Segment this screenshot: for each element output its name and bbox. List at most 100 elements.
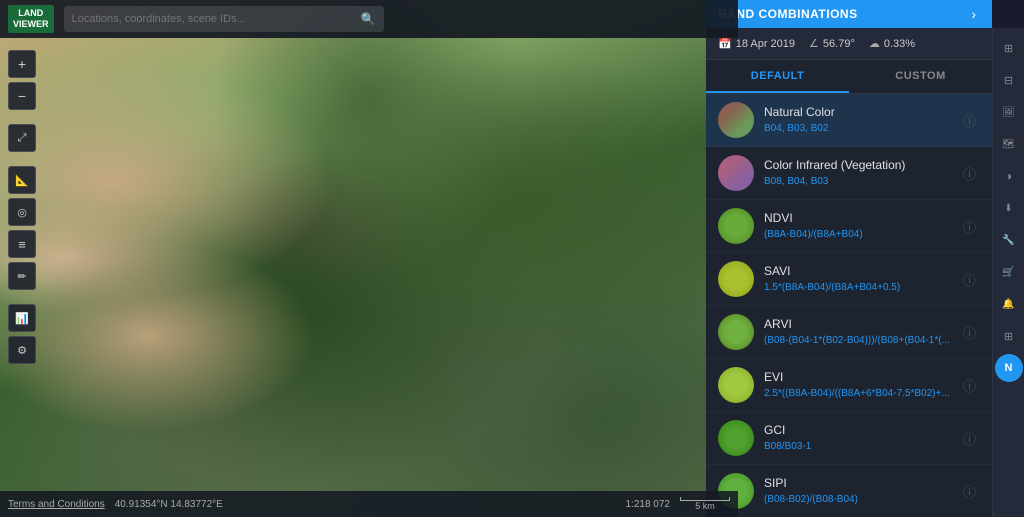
map-area[interactable]: LAND VIEWER 🔍 + − ⤢ 📐 ◎ ≡ ✏ 📊 ⚙ Terms an…: [0, 0, 738, 517]
band-formula: (B08-(B04-1*(B02-B04)))/(B08+(B04-1*(...: [764, 334, 959, 347]
map-background: [0, 0, 738, 517]
logo-text: LAND VIEWER: [8, 5, 54, 33]
terms-link[interactable]: Terms and Conditions: [8, 499, 105, 510]
band-item[interactable]: Natural Color B04, B03, B02 ⓘ: [706, 94, 992, 147]
panel-tabs: DEFAULT CUSTOM: [706, 60, 992, 94]
search-bar[interactable]: 🔍: [64, 6, 384, 32]
sidebar-btn-4[interactable]: ◑: [995, 162, 1023, 190]
band-item[interactable]: SAVI 1.5*(B8A-B04)/(B8A+B04+0.5) ⓘ: [706, 253, 992, 306]
band-info: SAVI 1.5*(B8A-B04)/(B8A+B04+0.5): [764, 264, 959, 295]
band-formula: (B08-B02)/(B08-B04): [764, 493, 959, 506]
sidebar-btn-6[interactable]: 🔧: [995, 226, 1023, 254]
cloud-icon: ☁: [869, 37, 880, 50]
settings-button[interactable]: ⚙: [8, 336, 36, 364]
tab-default[interactable]: DEFAULT: [706, 60, 849, 93]
sidebar-btn-7[interactable]: 🛒: [995, 258, 1023, 286]
band-name: Natural Color: [764, 105, 959, 121]
band-formula: B08, B04, B03: [764, 175, 959, 188]
sidebar-btn-2[interactable]: 🖼: [995, 98, 1023, 126]
panel-close-button[interactable]: ›: [967, 4, 980, 24]
band-name: Color Infrared (Vegetation): [764, 158, 959, 174]
panel-header: BAND COMBINATIONS ›: [706, 0, 992, 28]
info-icon[interactable]: ⓘ: [959, 160, 980, 187]
sidebar-btn-3[interactable]: 🗺: [995, 130, 1023, 158]
band-name: EVI: [764, 370, 959, 386]
band-item[interactable]: GCI B08/B03-1 ⓘ: [706, 412, 992, 465]
band-info: ARVI (B08-(B04-1*(B02-B04)))/(B08+(B04-1…: [764, 317, 959, 348]
map-bottom-bar: Terms and Conditions 40.91354°N 14.83772…: [0, 491, 738, 517]
info-icon[interactable]: ⓘ: [959, 266, 980, 293]
band-name: ARVI: [764, 317, 959, 333]
scale-bar: 5 km: [680, 497, 730, 511]
search-input[interactable]: [72, 13, 361, 25]
band-item[interactable]: ARVI (B08-(B04-1*(B02-B04)))/(B08+(B04-1…: [706, 306, 992, 359]
band-info: GCI B08/B03-1: [764, 423, 959, 454]
angle-icon: ∠: [809, 37, 819, 50]
chart-button[interactable]: 📊: [8, 304, 36, 332]
sidebar-btn-1[interactable]: ⊟: [995, 66, 1023, 94]
band-name: NDVI: [764, 211, 959, 227]
angle-info: ∠ 56.79°: [809, 37, 855, 50]
angle-value: 56.79°: [823, 38, 855, 50]
map-scale: 1:218 072 5 km: [626, 497, 731, 511]
band-formula: B08/B03-1: [764, 440, 959, 453]
band-item[interactable]: SIPI (B08-B02)/(B08-B04) ⓘ: [706, 465, 992, 517]
zoom-out-button[interactable]: −: [8, 82, 36, 110]
band-name: SAVI: [764, 264, 959, 280]
search-icon: 🔍: [361, 12, 376, 26]
fullscreen-button[interactable]: ⤢: [8, 124, 36, 152]
band-formula: B04, B03, B02: [764, 122, 959, 135]
info-icon[interactable]: ⓘ: [959, 425, 980, 452]
band-thumbnail: [718, 155, 754, 191]
info-icon[interactable]: ⓘ: [959, 107, 980, 134]
info-icon[interactable]: ⓘ: [959, 319, 980, 346]
layers-button[interactable]: ≡: [8, 230, 36, 258]
calendar-icon: 📅: [718, 37, 732, 50]
info-icon[interactable]: ⓘ: [959, 213, 980, 240]
band-thumbnail: [718, 420, 754, 456]
band-thumbnail: [718, 261, 754, 297]
band-formula: 1.5*(B8A-B04)/(B8A+B04+0.5): [764, 281, 959, 294]
cloud-value: 0.33%: [884, 38, 915, 50]
tab-custom[interactable]: CUSTOM: [849, 60, 992, 93]
measure-button[interactable]: 📐: [8, 166, 36, 194]
zoom-in-button[interactable]: +: [8, 50, 36, 78]
sidebar-btn-user[interactable]: N: [995, 354, 1023, 382]
map-header: LAND VIEWER 🔍: [0, 0, 738, 38]
info-icon[interactable]: ⓘ: [959, 478, 980, 505]
band-item[interactable]: Color Infrared (Vegetation) B08, B04, B0…: [706, 147, 992, 200]
location-button[interactable]: ◎: [8, 198, 36, 226]
band-formula: (B8A-B04)/(B8A+B04): [764, 228, 959, 241]
band-thumbnail: [718, 208, 754, 244]
band-info: EVI 2.5*((B8A-B04)/((B8A+6*B04-7.5*B02)+…: [764, 370, 959, 401]
panel-info-row: 📅 18 Apr 2019 ∠ 56.79° ☁ 0.33%: [706, 28, 992, 60]
band-formula: 2.5*((B8A-B04)/((B8A+6*B04-7.5*B02)+...: [764, 387, 959, 400]
map-coordinates: 40.91354°N 14.83772°E: [115, 499, 223, 510]
band-list[interactable]: Natural Color B04, B03, B02 ⓘ Color Infr…: [706, 94, 992, 517]
band-info: NDVI (B8A-B04)/(B8A+B04): [764, 211, 959, 242]
logo: LAND VIEWER: [8, 5, 54, 33]
cloud-info: ☁ 0.33%: [869, 37, 915, 50]
panel-title: BAND COMBINATIONS: [718, 7, 858, 21]
map-controls: + − ⤢ 📐 ◎ ≡ ✏ 📊 ⚙: [8, 50, 36, 364]
right-sidebar: ⊞ ⊟ 🖼 🗺 ◑ ⬇ 🔧 🛒 🔔 ⊞ N: [992, 28, 1024, 517]
right-panel: BAND COMBINATIONS › 📅 18 Apr 2019 ∠ 56.7…: [706, 0, 992, 517]
date-info: 📅 18 Apr 2019: [718, 37, 795, 50]
sidebar-btn-0[interactable]: ⊞: [995, 34, 1023, 62]
band-info: Color Infrared (Vegetation) B08, B04, B0…: [764, 158, 959, 189]
band-item[interactable]: NDVI (B8A-B04)/(B8A+B04) ⓘ: [706, 200, 992, 253]
sidebar-btn-5[interactable]: ⬇: [995, 194, 1023, 222]
band-item[interactable]: EVI 2.5*((B8A-B04)/((B8A+6*B04-7.5*B02)+…: [706, 359, 992, 412]
band-thumbnail: [718, 314, 754, 350]
band-info: SIPI (B08-B02)/(B08-B04): [764, 476, 959, 507]
date-value: 18 Apr 2019: [736, 38, 795, 50]
band-thumbnail: [718, 102, 754, 138]
draw-button[interactable]: ✏: [8, 262, 36, 290]
band-info: Natural Color B04, B03, B02: [764, 105, 959, 136]
band-thumbnail: [718, 367, 754, 403]
sidebar-btn-9[interactable]: ⊞: [995, 322, 1023, 350]
band-name: SIPI: [764, 476, 959, 492]
sidebar-btn-8[interactable]: 🔔: [995, 290, 1023, 318]
info-icon[interactable]: ⓘ: [959, 372, 980, 399]
band-name: GCI: [764, 423, 959, 439]
